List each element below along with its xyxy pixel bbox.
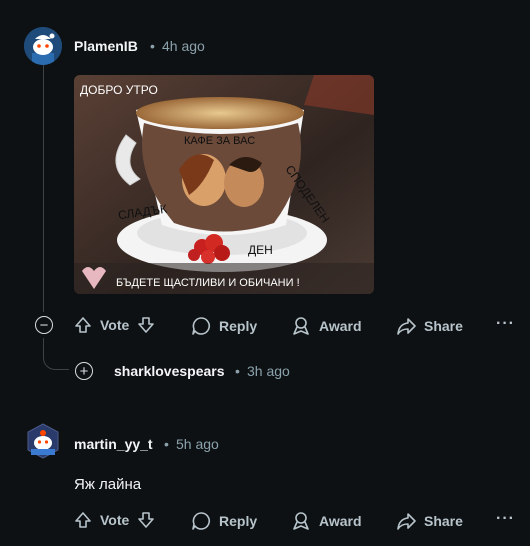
- separator-dot: •: [150, 38, 155, 54]
- award-button[interactable]: Award: [291, 316, 362, 336]
- vote-control[interactable]: Vote: [74, 316, 155, 334]
- share-label: Share: [424, 513, 463, 529]
- vote-control[interactable]: Vote: [74, 511, 155, 529]
- upvote-icon[interactable]: [74, 316, 92, 334]
- vote-label: Vote: [100, 512, 130, 528]
- downvote-icon[interactable]: [137, 316, 155, 334]
- more-options-button[interactable]: ···: [496, 510, 515, 528]
- comment-timestamp[interactable]: 3h ago: [247, 363, 290, 379]
- expand-symbol: +: [79, 362, 89, 380]
- coffee-cup-illustration: [74, 75, 374, 294]
- avatar[interactable]: [24, 422, 62, 460]
- vote-label: Vote: [100, 317, 130, 333]
- downvote-icon[interactable]: [137, 511, 155, 529]
- expand-thread-button[interactable]: +: [75, 362, 93, 380]
- snoo-avatar-icon: [24, 27, 62, 65]
- comment-author[interactable]: martin_yy_t: [74, 436, 153, 452]
- reply-icon: [192, 512, 210, 530]
- thread-line-main: [43, 64, 44, 312]
- image-text-cup: КАФЕ ЗА ВАС: [184, 135, 256, 147]
- share-icon: [397, 318, 416, 335]
- separator-dot: •: [235, 363, 240, 379]
- award-button[interactable]: Award: [291, 511, 362, 531]
- upvote-icon[interactable]: [74, 511, 92, 529]
- thread-branch: [43, 338, 69, 370]
- award-label: Award: [319, 318, 362, 334]
- separator-dot: •: [164, 436, 169, 452]
- image-text-bottom: БЪДЕТЕ ЩАСТЛИВИ И ОБИЧАНИ !: [116, 277, 300, 289]
- comment-timestamp[interactable]: 5h ago: [176, 436, 219, 452]
- share-button[interactable]: Share: [396, 511, 463, 531]
- award-label: Award: [319, 513, 362, 529]
- snoo-avatar-icon: [27, 423, 59, 459]
- avatar[interactable]: [24, 27, 62, 65]
- share-icon: [397, 513, 416, 530]
- collapse-thread-button[interactable]: −: [35, 316, 53, 334]
- more-options-button[interactable]: ···: [496, 315, 515, 333]
- reply-button[interactable]: Reply: [191, 511, 257, 531]
- reply-label: Reply: [219, 513, 258, 529]
- image-text-top: ДОБРО УТРО: [80, 83, 158, 97]
- comment-timestamp[interactable]: 4h ago: [162, 38, 205, 54]
- award-icon: [293, 317, 309, 335]
- comment-author[interactable]: sharklovespears: [114, 363, 225, 379]
- comment-author[interactable]: PlamenIB: [74, 38, 138, 54]
- award-icon: [293, 512, 309, 530]
- reply-button[interactable]: Reply: [191, 316, 257, 336]
- reply-label: Reply: [219, 318, 258, 334]
- comment-body: Яж лайна: [74, 476, 142, 493]
- image-text-day: ДЕН: [248, 243, 273, 257]
- comment-image[interactable]: ДОБРО УТРО КАФЕ ЗА ВАС СЛАДЪК СПОДЕЛЕН Д…: [74, 75, 374, 294]
- share-button[interactable]: Share: [396, 316, 463, 336]
- collapse-symbol: −: [39, 316, 49, 334]
- reply-icon: [192, 317, 210, 335]
- share-label: Share: [424, 318, 463, 334]
